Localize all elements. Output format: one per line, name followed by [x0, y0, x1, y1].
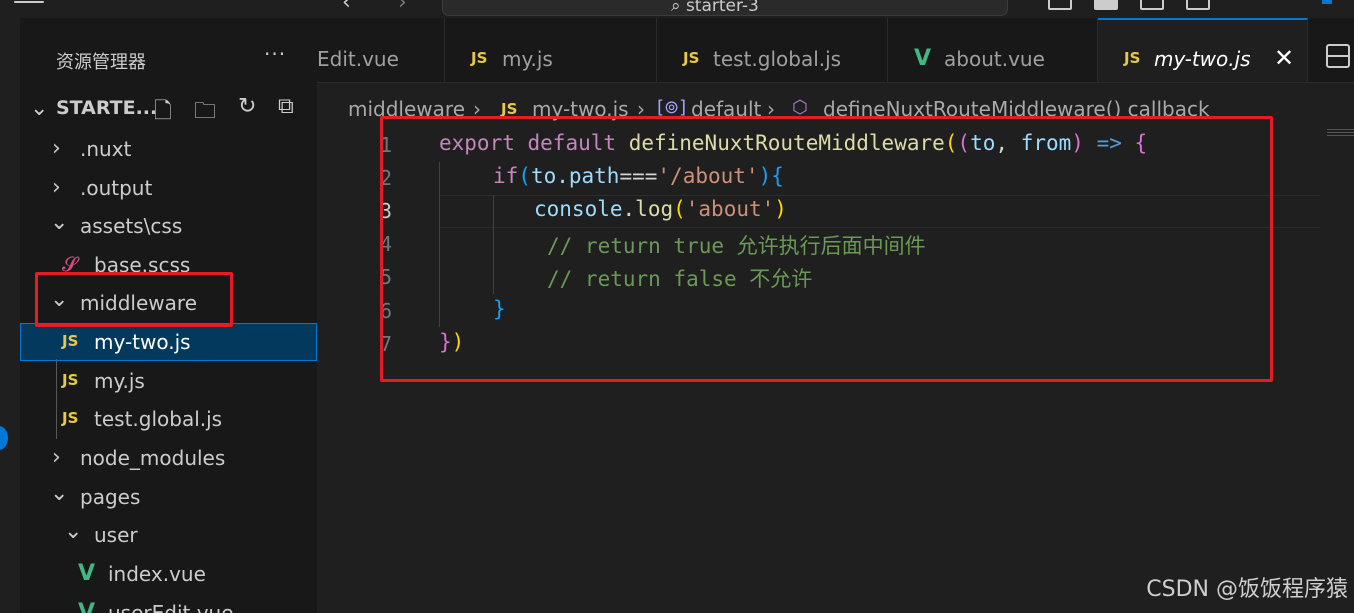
forward-arrow-icon[interactable]: ›	[398, 0, 407, 15]
toggle-sidebar-icon[interactable]	[1048, 0, 1072, 10]
chevron-right-icon: ›	[52, 175, 61, 200]
chevron-down-icon: ⌄	[64, 519, 83, 544]
tree-item[interactable]: V index.vue	[20, 555, 317, 593]
tree-item[interactable]: › .nuxt	[20, 130, 317, 168]
tree-item[interactable]: › .output	[20, 169, 317, 207]
chevron-right-icon: ›	[52, 445, 61, 470]
command-center[interactable]: ⌕ starter-3	[442, 0, 1008, 16]
js-file-icon: JS	[62, 332, 79, 350]
customize-layout-icon[interactable]	[1186, 0, 1210, 10]
js-file-icon: JS	[683, 49, 700, 67]
vue-file-icon: V	[78, 561, 96, 586]
tree-item-label: .output	[80, 176, 153, 200]
notification-badge	[0, 426, 8, 450]
chevron-down-icon: ⌄	[50, 481, 69, 506]
title-bar: ‹ › ⌕ starter-3	[0, 0, 1354, 18]
tab-label: my-two.js	[1154, 47, 1251, 71]
new-folder-icon[interactable]: 🗀	[194, 94, 216, 132]
tree-item[interactable]: › node_modules	[20, 439, 317, 477]
chevron-down-icon: ⌄	[30, 96, 49, 121]
tree-item-label: assets\css	[80, 214, 183, 238]
tab-test-global-js[interactable]: JS test.global.js	[657, 18, 888, 82]
tab-edit-vue[interactable]: Edit.vue	[317, 18, 445, 82]
collapse-all-icon[interactable]: ⧉	[278, 94, 294, 119]
chevron-right-icon: ›	[52, 136, 61, 161]
more-actions-icon[interactable]: ···	[264, 42, 286, 66]
tab-about-vue[interactable]: V about.vue	[888, 18, 1098, 82]
new-file-icon[interactable]: 🗋	[154, 94, 172, 132]
tree-item[interactable]: ⌄ pages	[20, 478, 317, 516]
tree-item-label: test.global.js	[94, 407, 223, 431]
activity-bar	[0, 18, 20, 613]
explorer-root[interactable]: ⌄ STARTE... 🗋 🗀 ↻ ⧉	[20, 90, 317, 128]
tree-item[interactable]: 𝓢 base.scss	[20, 246, 317, 272]
tree-item-label: base.scss	[94, 253, 191, 272]
tree-item[interactable]: V userEdit.vue	[20, 594, 317, 613]
back-arrow-icon[interactable]: ‹	[342, 0, 351, 15]
vue-file-icon: V	[914, 46, 932, 71]
tree-item[interactable]: ⌄ user	[20, 516, 317, 554]
tree-item-label: pages	[80, 485, 141, 509]
tree-item[interactable]: JS my.js	[20, 362, 317, 400]
editor-tabs: Edit.vue JS my.js JS test.global.js V ab…	[317, 18, 1354, 83]
tab-label: my.js	[502, 47, 553, 71]
tree-item-label: node_modules	[80, 446, 226, 470]
root-folder-label: STARTE...	[56, 97, 158, 119]
tab-my-two-js[interactable]: JS my-two.js ✕	[1098, 18, 1308, 82]
tab-my-js[interactable]: JS my.js	[445, 18, 657, 82]
tab-label: test.global.js	[713, 47, 842, 71]
js-file-icon: JS	[62, 409, 79, 427]
watermark: CSDN @饭饭程序猿	[1146, 577, 1348, 602]
tree-item-label: .nuxt	[80, 137, 132, 161]
toggle-panel-icon[interactable]	[1094, 0, 1118, 10]
menu-icon[interactable]	[14, 0, 44, 6]
tree-item[interactable]: ⌄ assets\css	[20, 207, 317, 245]
annotation-box-middleware	[35, 272, 233, 327]
accent-indicator	[1322, 0, 1332, 4]
js-file-icon: JS	[62, 371, 79, 389]
js-file-icon: JS	[1124, 49, 1141, 67]
tree-item-label: my.js	[94, 369, 145, 393]
tree-item-label: my-two.js	[94, 330, 191, 354]
tab-label: about.vue	[944, 47, 1045, 71]
chevron-down-icon: ⌄	[50, 210, 69, 235]
refresh-icon[interactable]: ↻	[238, 94, 256, 119]
annotation-box-code	[380, 116, 1273, 382]
toggle-secondary-sidebar-icon[interactable]	[1140, 0, 1164, 10]
tree-item-label: userEdit.vue	[108, 601, 234, 613]
sass-file-icon: 𝓢	[62, 252, 78, 272]
vue-file-icon: V	[78, 600, 96, 613]
js-file-icon: JS	[471, 49, 488, 67]
tab-label: Edit.vue	[317, 47, 399, 71]
tree-indent-guide	[56, 359, 57, 439]
tree-item-label: user	[94, 523, 138, 547]
variable-icon: [⊚]	[657, 97, 687, 118]
tree-item-selected[interactable]: JS my-two.js	[20, 323, 317, 361]
close-icon[interactable]: ✕	[1274, 44, 1294, 72]
explorer-title: 资源管理器	[56, 52, 146, 73]
split-editor-icon[interactable]	[1326, 44, 1350, 68]
tree-item-label: index.vue	[108, 562, 206, 586]
tree-item[interactable]: JS test.global.js	[20, 400, 317, 438]
command-center-label: ⌕ starter-3	[671, 0, 759, 16]
function-cube-icon: ⬡	[792, 97, 808, 118]
